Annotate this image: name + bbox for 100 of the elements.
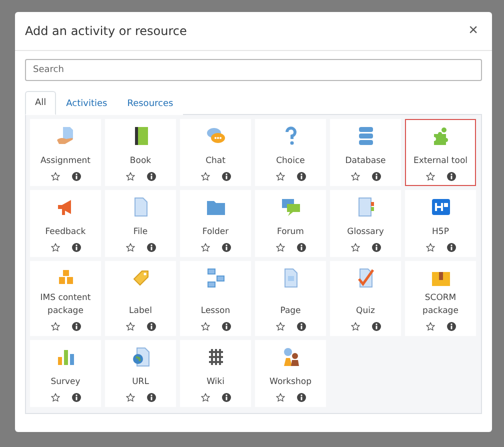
star-icon[interactable] xyxy=(126,393,134,402)
info-icon[interactable] xyxy=(446,172,456,181)
activity-tile[interactable]: Page xyxy=(255,261,326,336)
activity-label: Wiki xyxy=(206,376,224,389)
star-icon[interactable] xyxy=(350,322,360,331)
activity-label: URL xyxy=(132,376,149,389)
info-icon[interactable] xyxy=(72,393,80,402)
activity-label: Page xyxy=(280,305,301,318)
star-icon[interactable] xyxy=(426,172,434,181)
activity-label: File xyxy=(133,226,148,239)
activity-tile[interactable]: Book xyxy=(105,119,176,186)
hand-document-icon xyxy=(56,126,76,146)
activity-label: IMS content package xyxy=(39,292,92,318)
activity-tile[interactable]: Forum xyxy=(255,190,326,257)
star-icon[interactable] xyxy=(276,243,284,252)
info-icon[interactable] xyxy=(72,243,80,252)
h5p-logo-icon xyxy=(430,197,450,217)
activity-label: SCORM package xyxy=(422,292,460,318)
activity-tile[interactable]: Database xyxy=(330,119,401,186)
star-icon[interactable] xyxy=(200,393,210,402)
activity-label: Choice xyxy=(276,155,305,168)
flowchart-icon xyxy=(206,268,226,288)
close-button[interactable]: × xyxy=(464,22,482,40)
star-icon[interactable] xyxy=(426,322,434,331)
star-icon[interactable] xyxy=(276,322,284,331)
info-icon[interactable] xyxy=(222,393,230,402)
activity-label: Database xyxy=(345,155,386,168)
info-icon[interactable] xyxy=(372,172,380,181)
star-icon[interactable] xyxy=(276,393,284,402)
bar-chart-icon xyxy=(56,347,76,367)
activity-tile[interactable]: Chat xyxy=(180,119,251,186)
activity-tile[interactable]: Assignment xyxy=(30,119,101,186)
activity-tile[interactable]: Quiz xyxy=(330,261,401,336)
info-icon[interactable] xyxy=(222,172,230,181)
info-icon[interactable] xyxy=(296,243,306,252)
search-field[interactable]: Search xyxy=(25,59,482,81)
info-icon[interactable] xyxy=(222,322,230,331)
activity-tile[interactable]: Lesson xyxy=(180,261,251,336)
checkmark-document-icon xyxy=(356,268,376,288)
dictionary-icon xyxy=(356,197,376,217)
activity-label: Glossary xyxy=(347,226,384,239)
activity-label: Label xyxy=(129,305,152,318)
star-icon[interactable] xyxy=(50,243,60,252)
activity-label: Assignment xyxy=(40,155,91,168)
activity-label: Folder xyxy=(202,226,229,239)
info-icon[interactable] xyxy=(146,243,156,252)
star-icon[interactable] xyxy=(276,172,284,181)
info-icon[interactable] xyxy=(146,172,156,181)
info-icon[interactable] xyxy=(72,172,80,181)
activity-tile[interactable]: External tool xyxy=(405,119,476,186)
star-icon[interactable] xyxy=(200,322,210,331)
activity-label: Workshop xyxy=(270,376,312,389)
activity-tile[interactable]: Folder xyxy=(180,190,251,257)
info-icon[interactable] xyxy=(372,322,380,331)
star-icon[interactable] xyxy=(350,172,360,181)
star-icon[interactable] xyxy=(426,243,434,252)
activity-tile[interactable]: SCORM package xyxy=(405,261,476,336)
info-icon[interactable] xyxy=(296,393,306,402)
tab[interactable]: All xyxy=(25,91,56,115)
activity-tile[interactable]: Wiki xyxy=(180,340,251,407)
star-icon[interactable] xyxy=(200,172,210,181)
star-icon[interactable] xyxy=(126,172,134,181)
activity-label: External tool xyxy=(413,155,468,168)
activity-tile[interactable]: Choice xyxy=(255,119,326,186)
star-icon[interactable] xyxy=(200,243,210,252)
info-icon[interactable] xyxy=(72,322,80,331)
speech-bubbles-icon xyxy=(280,197,300,217)
activity-label: Survey xyxy=(50,376,80,389)
info-icon[interactable] xyxy=(296,322,306,331)
activity-tile[interactable]: H5P xyxy=(405,190,476,257)
info-icon[interactable] xyxy=(296,172,306,181)
star-icon[interactable] xyxy=(50,322,60,331)
activity-tile[interactable]: Label xyxy=(105,261,176,336)
info-icon[interactable] xyxy=(372,243,380,252)
activity-label: Lesson xyxy=(200,305,230,318)
activity-tile[interactable]: Glossary xyxy=(330,190,401,257)
info-icon[interactable] xyxy=(222,243,230,252)
activity-tile[interactable]: File xyxy=(105,190,176,257)
info-icon[interactable] xyxy=(446,243,456,252)
info-icon[interactable] xyxy=(146,322,156,331)
globe-document-icon xyxy=(130,347,150,367)
tag-icon xyxy=(130,268,150,288)
activity-tile[interactable]: Survey xyxy=(30,340,101,407)
activity-tile[interactable]: IMS content package xyxy=(30,261,101,336)
star-icon[interactable] xyxy=(50,172,60,181)
activity-tile[interactable]: Feedback xyxy=(30,190,101,257)
activity-label: Quiz xyxy=(356,305,375,318)
info-icon[interactable] xyxy=(446,322,456,331)
dialog-title: Add an activity or resource xyxy=(25,24,187,38)
activity-tile[interactable]: URL xyxy=(105,340,176,407)
activity-label: Book xyxy=(130,155,152,168)
activity-label: Feedback xyxy=(45,226,86,239)
star-icon[interactable] xyxy=(50,393,60,402)
star-icon[interactable] xyxy=(350,243,360,252)
info-icon[interactable] xyxy=(146,393,156,402)
chat-bubbles-icon xyxy=(206,126,226,146)
activity-label: Forum xyxy=(277,226,304,239)
star-icon[interactable] xyxy=(126,243,134,252)
star-icon[interactable] xyxy=(126,322,134,331)
activity-tile[interactable]: Workshop xyxy=(255,340,326,407)
